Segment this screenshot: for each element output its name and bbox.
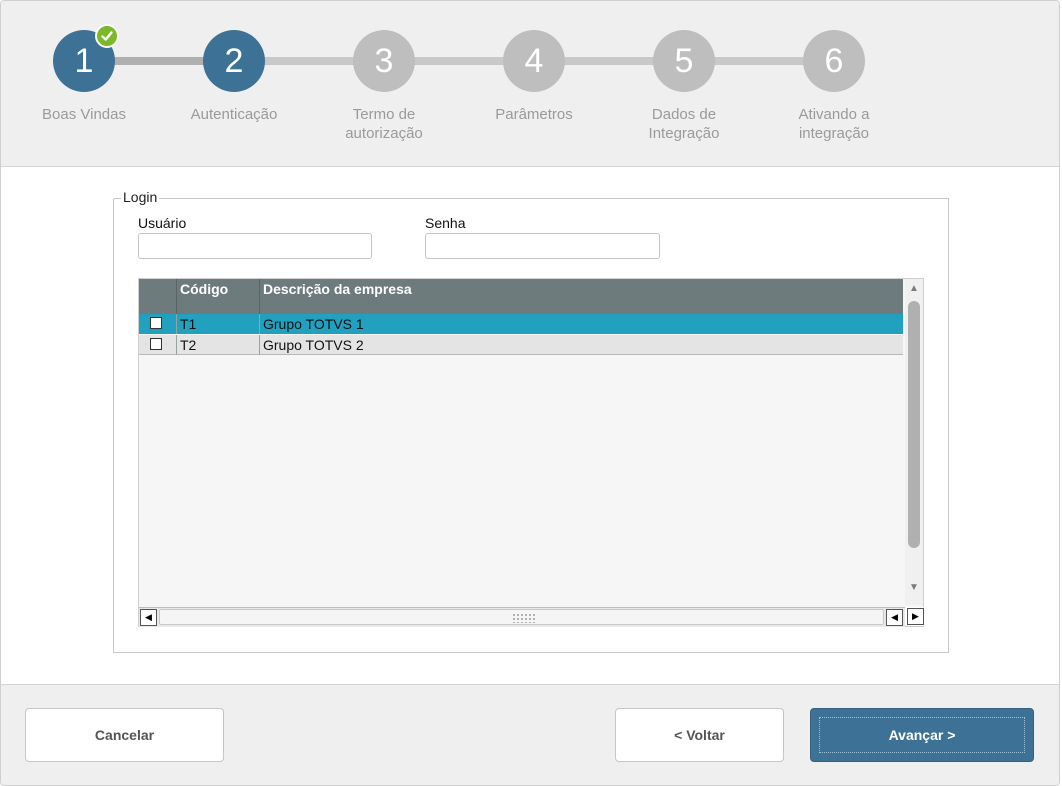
step-4-label-line1: Parâmetros <box>495 106 573 123</box>
table-row[interactable]: T2 Grupo TOTVS 2 <box>139 335 903 355</box>
horizontal-scrollbar[interactable]: ◀ ◀ <box>139 607 905 627</box>
step-3-circle: 3 <box>353 30 415 92</box>
password-label: Senha <box>425 215 466 231</box>
step-5-number: 5 <box>674 41 694 80</box>
grip-icon <box>512 613 536 623</box>
check-icon <box>95 24 119 48</box>
step-6-circle: 6 <box>803 30 865 92</box>
step-2-label-line1: Autenticação <box>190 106 278 123</box>
grid-header-check[interactable] <box>139 279 177 314</box>
step-4-circle: 4 <box>503 30 565 92</box>
step-6-label-line1: Ativando a <box>798 106 870 123</box>
step-5-label-line1: Dados de <box>651 106 717 123</box>
focus-ring <box>819 717 1025 753</box>
step-6-number: 6 <box>824 41 844 80</box>
step-2-circle: 2 <box>203 30 265 92</box>
step-1-label-line1: Boas Vindas <box>42 106 126 123</box>
step-3-label: Termo de autorização <box>324 105 444 143</box>
step-2-number: 2 <box>224 41 244 80</box>
user-label: Usuário <box>138 215 187 231</box>
user-input[interactable] <box>138 233 372 259</box>
login-legend: Login <box>121 189 160 205</box>
vertical-scroll-thumb[interactable] <box>908 301 920 548</box>
step-6-label-line2: integração <box>798 125 870 142</box>
arrow-down-icon[interactable]: ▼ <box>909 582 919 593</box>
grid-header-code[interactable]: Código <box>177 279 260 314</box>
row-checkbox[interactable] <box>150 317 162 329</box>
horizontal-scroll-thumb[interactable] <box>159 609 884 625</box>
row-code: T1 <box>177 314 260 334</box>
grid-header-description[interactable]: Descrição da empresa <box>260 279 903 314</box>
cancel-button[interactable]: Cancelar <box>25 708 224 762</box>
step-4-number: 4 <box>524 41 544 80</box>
company-grid: Código Descrição da empresa T1 Grupo TOT… <box>138 278 925 627</box>
arrow-right-icon[interactable]: ▶ <box>907 608 924 625</box>
step-5-label-line2: Integração <box>648 125 720 142</box>
table-row[interactable]: T1 Grupo TOTVS 1 <box>139 314 903 334</box>
arrow-left-icon[interactable]: ◀ <box>886 609 903 626</box>
wizard-steps-header: 1 2 3 4 5 6 Boas Vindas Autenticação Ter… <box>1 1 1059 167</box>
step-3-label-line1: Termo de <box>352 106 416 123</box>
step-1-label: Boas Vindas <box>24 105 144 124</box>
arrow-left-icon[interactable]: ◀ <box>140 609 157 626</box>
row-description: Grupo TOTVS 1 <box>263 316 364 332</box>
step-5-circle: 5 <box>653 30 715 92</box>
next-button[interactable]: Avançar > <box>810 708 1034 762</box>
password-input[interactable] <box>425 233 660 259</box>
back-button[interactable]: < Voltar <box>615 708 784 762</box>
step-4-label: Parâmetros <box>474 105 594 124</box>
row-check-cell <box>139 314 177 334</box>
vertical-scrollbar[interactable]: ▲ ▼ <box>905 279 923 605</box>
row-check-cell <box>139 335 177 355</box>
step-3-label-line2: autorização <box>345 125 423 142</box>
wizard-window: 1 2 3 4 5 6 Boas Vindas Autenticação Ter… <box>0 0 1060 786</box>
step-1-number: 1 <box>74 41 94 80</box>
arrow-up-icon[interactable]: ▲ <box>909 283 919 294</box>
row-checkbox[interactable] <box>150 338 162 350</box>
step-5-label: Dados de Integração <box>624 105 744 143</box>
step-2-label: Autenticação <box>174 105 294 124</box>
step-3-number: 3 <box>374 41 394 80</box>
grid-header: Código Descrição da empresa <box>139 279 903 314</box>
step-6-label: Ativando a integração <box>774 105 894 143</box>
row-description: Grupo TOTVS 2 <box>263 337 364 353</box>
scroll-corner: ▶ <box>905 607 925 626</box>
row-code: T2 <box>177 335 260 355</box>
